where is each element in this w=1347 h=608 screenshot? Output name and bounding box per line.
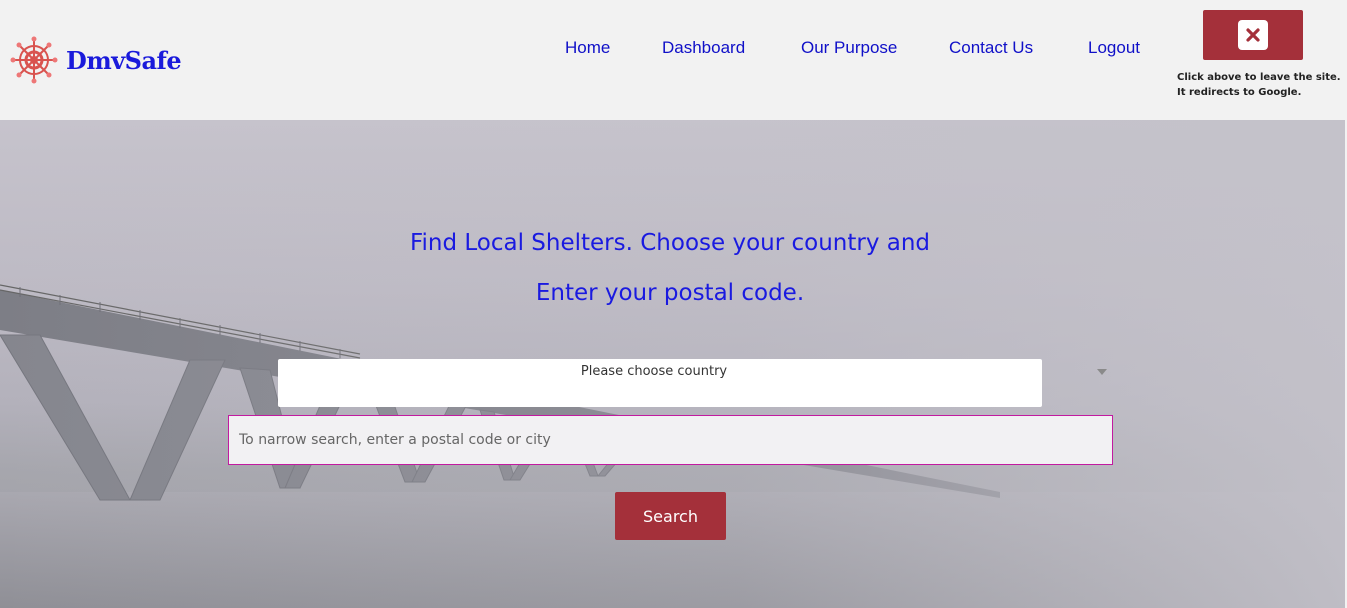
hero-headline-line2: Enter your postal code.	[535, 280, 805, 306]
postal-code-input[interactable]	[228, 415, 1113, 465]
nav-home[interactable]: Home	[565, 38, 610, 58]
brand-logo[interactable]: DmvSafe	[10, 34, 182, 86]
nav-dashboard[interactable]: Dashboard	[662, 38, 745, 58]
brand-name: DmvSafe	[66, 45, 182, 75]
hero-headline-line1: Find Local Shelters. Choose your country…	[409, 230, 931, 256]
chevron-down-icon[interactable]	[1097, 369, 1107, 375]
quick-exit-note-line2: It redirects to Google.	[1177, 87, 1302, 98]
ship-wheel-icon	[10, 36, 58, 84]
close-icon	[1238, 20, 1268, 50]
nav-contact-us[interactable]: Contact Us	[949, 38, 1033, 58]
search-button[interactable]: Search	[615, 492, 726, 540]
country-select-value: Please choose country	[580, 364, 728, 379]
nav-our-purpose[interactable]: Our Purpose	[801, 38, 897, 58]
quick-exit-button[interactable]	[1203, 10, 1303, 60]
nav-logout[interactable]: Logout	[1088, 38, 1140, 58]
country-select[interactable]: Please choose country	[278, 359, 1042, 407]
site-header: DmvSafe Home Dashboard Our Purpose Conta…	[0, 0, 1347, 120]
quick-exit-note-line1: Click above to leave the site.	[1177, 72, 1341, 83]
hero-section: Find Local Shelters. Choose your country…	[0, 120, 1345, 608]
quick-exit-note: Click above to leave the site. It redire…	[1177, 70, 1345, 100]
